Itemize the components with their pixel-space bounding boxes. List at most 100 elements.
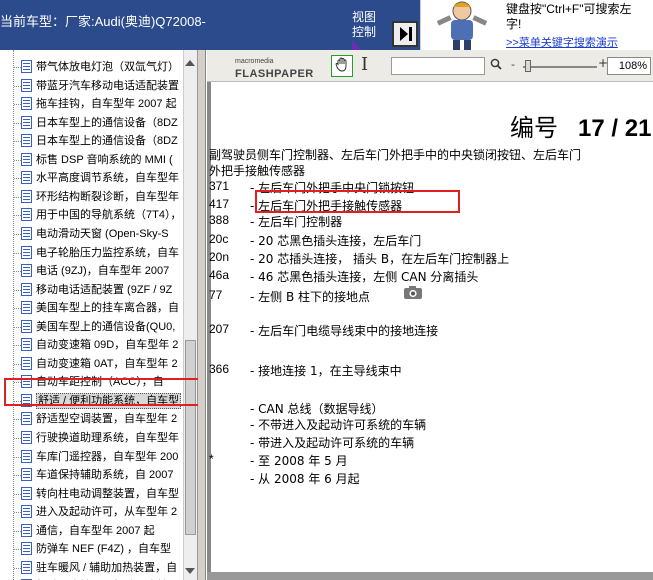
scroll-up-arrow-icon[interactable]	[185, 60, 195, 66]
tree-branch-line	[14, 308, 21, 310]
document-icon	[21, 449, 32, 463]
legend-description-text: 左侧 B 柱下的接地点	[258, 290, 371, 304]
document-icon	[21, 523, 32, 537]
search-icon[interactable]	[490, 58, 502, 70]
tree-item[interactable]: 拖车挂钩，自车型年 2007 起	[14, 95, 184, 113]
view-toggle-button[interactable]	[392, 21, 418, 47]
tree-item-label: 电动滑动天窗 (Open-Sky-S	[36, 227, 169, 240]
tree-item-label: 自动变速箱 09D，自车型年 2	[36, 339, 179, 352]
tree-item[interactable]: 水平高度调节系统，自车型年	[14, 169, 184, 187]
tree-branch-line	[14, 252, 21, 254]
document-icon	[21, 226, 32, 240]
tree-item-label: 标售 DSP 音响系统的 MMI (	[36, 153, 173, 166]
hand-tool-button[interactable]	[331, 55, 353, 77]
legend-description: - 左侧 B 柱下的接地点	[250, 288, 370, 305]
document-icon	[21, 208, 32, 222]
tree-item[interactable]: 车道保持辅助系统，自 2007	[14, 466, 184, 484]
tree-item[interactable]: 带气体放电灯泡（双氙气灯）	[14, 58, 184, 76]
legend-dash: -	[250, 290, 259, 304]
tree-branch-line	[14, 271, 21, 273]
tree-item[interactable]: 移动电话适配装置 (9ZF / 9Z	[14, 281, 184, 299]
top-header-bar: 当前车型：厂家:Audi(奥迪)Q72008- 视图 控制	[0, 0, 420, 50]
scroll-down-arrow-icon[interactable]	[185, 568, 195, 574]
tree-item[interactable]: 日本车型上的通信设备（8DZ	[14, 114, 184, 132]
tree-item[interactable]: 驻车暖风 / 辅助加热装置，自	[14, 559, 184, 577]
tree-branch-line	[14, 122, 21, 124]
page-value: 17 / 21	[578, 115, 652, 142]
document-icon	[21, 189, 32, 203]
legend-dash: -	[250, 364, 259, 378]
tree-branch-line	[14, 530, 21, 532]
legend-code: 77	[209, 288, 223, 302]
legend-code: 366	[209, 362, 230, 376]
legend-description: - 从 2008 年 6 月起	[250, 470, 360, 487]
camera-icon[interactable]	[403, 285, 423, 300]
tree-item[interactable]: 行驶换道助理系统，自车型年	[14, 429, 184, 447]
tree-branch-line	[14, 345, 21, 347]
tree-item[interactable]: 用于中国的导航系统（7T4），	[14, 206, 184, 224]
document-icon	[21, 468, 32, 482]
search-input[interactable]	[391, 57, 485, 75]
tree-item-label: 带蓝牙汽车移动电话适配装置	[36, 79, 179, 92]
tree-branch-line	[14, 215, 21, 217]
legend-code: 207	[209, 322, 230, 336]
tree-item[interactable]: 通信，自车型年 2007 起	[14, 522, 184, 540]
tree-item-label: 进入及起动许可，从车型年 2	[36, 506, 178, 519]
tree-item[interactable]: 日本车型上的通信设备（8DZ	[14, 132, 184, 150]
tree-item[interactable]: 防弹车 NEF (F4Z) ，自车型	[14, 540, 184, 558]
tree-item[interactable]: 美国车型上的挂车离合器，自	[14, 299, 184, 317]
tree-item[interactable]: 自动变速箱 0AT，自车型年 2	[14, 355, 184, 373]
keyword-search-demo-link[interactable]: >>菜单关键字搜索演示	[506, 34, 618, 50]
banner-hint-line2: 字!	[506, 17, 522, 31]
legend-description: - 左后车门控制器	[250, 213, 342, 230]
tree-item[interactable]: 舒适型空调装置，自车型年 2	[14, 410, 184, 428]
legend-dash: -	[250, 324, 259, 338]
scrollbar-thumb[interactable]	[185, 340, 196, 535]
text-select-tool-icon[interactable]: I	[361, 54, 368, 75]
document-icon	[21, 115, 32, 129]
zoom-slider-handle[interactable]	[525, 60, 531, 72]
flashpaper-logo: macromedia FLASHPAPER	[235, 58, 314, 80]
tree-branch-line	[14, 326, 21, 328]
tree-item[interactable]: 进入及起动许可，从车型年 2	[14, 503, 184, 521]
banner-hint-line1: 键盘按"Ctrl+F"可搜索左	[506, 2, 632, 16]
tree-item[interactable]: 转向柱电动调整装置，自车型	[14, 485, 184, 503]
tree-item[interactable]: 车库门遥控器，自车型年 200	[14, 448, 184, 466]
corner-triangle-icon	[352, 40, 361, 50]
hand-icon	[335, 57, 347, 72]
document-icon	[21, 505, 32, 519]
logo-big-text: FLASHPAPER	[235, 68, 314, 80]
tree-item-label: 日本车型上的通信设备（8DZ	[36, 116, 178, 129]
tree-branch-line	[14, 512, 21, 514]
tree-item-label: 驻车暖风 / 辅助加热装置，自	[36, 561, 178, 574]
tree-scrollbar[interactable]	[183, 50, 197, 580]
tree-item[interactable]: 自动变速箱 09D，自车型年 2	[14, 336, 184, 354]
document-icon	[21, 431, 32, 444]
legend-code: 46a	[209, 268, 230, 282]
tree-item-label: 电话 (9ZJ)，自车型年 2007	[36, 265, 170, 278]
legend-description-text: 带进入及起动许可系统的车辆	[258, 436, 415, 450]
view-control-line2: 控制	[352, 25, 377, 39]
tree-item[interactable]: 电话 (9ZJ)，自车型年 2007	[14, 262, 184, 280]
legend-description-text: 至 2008 年 5 月	[258, 454, 348, 468]
zoom-slider-track[interactable]	[523, 66, 597, 68]
zoom-out-icon[interactable]: -	[511, 58, 515, 71]
tree-item-label: 美国车型上的挂车离合器，自	[36, 302, 179, 315]
tree-item[interactable]: 电动滑动天窗 (Open-Sky-S	[14, 225, 184, 243]
tree-item[interactable]: 带蓝牙汽车移动电话适配装置	[14, 77, 184, 95]
tree-item[interactable]: 环形结构断裂诊断，自车型年	[14, 188, 184, 206]
tree-item[interactable]: 电子轮胎压力监控系统，自车	[14, 244, 184, 262]
document-icon	[21, 560, 32, 574]
legend-code: 388	[209, 213, 230, 227]
tree-branch-line	[14, 419, 21, 421]
tree-branch-line	[14, 363, 21, 365]
panel-splitter[interactable]	[198, 50, 206, 580]
tree-item-label: 通信，自车型年 2007 起	[36, 524, 155, 537]
legend-code: 20c	[209, 232, 229, 246]
legend-description: - 接地连接 1，在主导线束中	[250, 362, 402, 379]
zoom-level-field[interactable]: 108%	[607, 57, 651, 75]
current-model-label: 当前车型：厂家:Audi(奥迪)Q72008-	[0, 14, 206, 29]
tree-item[interactable]: 美国车型上的通信设备(QU0,	[14, 318, 184, 336]
tree-item[interactable]: 标售 DSP 音响系统的 MMI (	[14, 151, 184, 169]
document-icon	[21, 486, 32, 500]
